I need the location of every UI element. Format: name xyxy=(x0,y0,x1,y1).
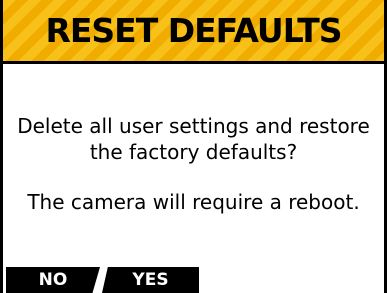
no-button[interactable]: NO xyxy=(6,267,100,293)
yes-button-label: YES xyxy=(132,270,169,290)
no-button-label: NO xyxy=(38,270,68,290)
reboot-note: The camera will require a reboot. xyxy=(27,190,360,214)
softkey-bar: NO YES xyxy=(3,267,384,293)
reset-defaults-screen: RESET DEFAULTS Delete all user settings … xyxy=(0,0,387,293)
dialog-title: RESET DEFAULTS xyxy=(45,11,342,50)
dialog-header: RESET DEFAULTS xyxy=(3,0,384,64)
confirmation-message-line2: the factory defaults? xyxy=(89,140,298,164)
confirmation-message-line1: Delete all user settings and restore xyxy=(17,114,370,138)
yes-button[interactable]: YES xyxy=(102,267,199,293)
confirmation-message: Delete all user settings and restore the… xyxy=(3,113,384,165)
